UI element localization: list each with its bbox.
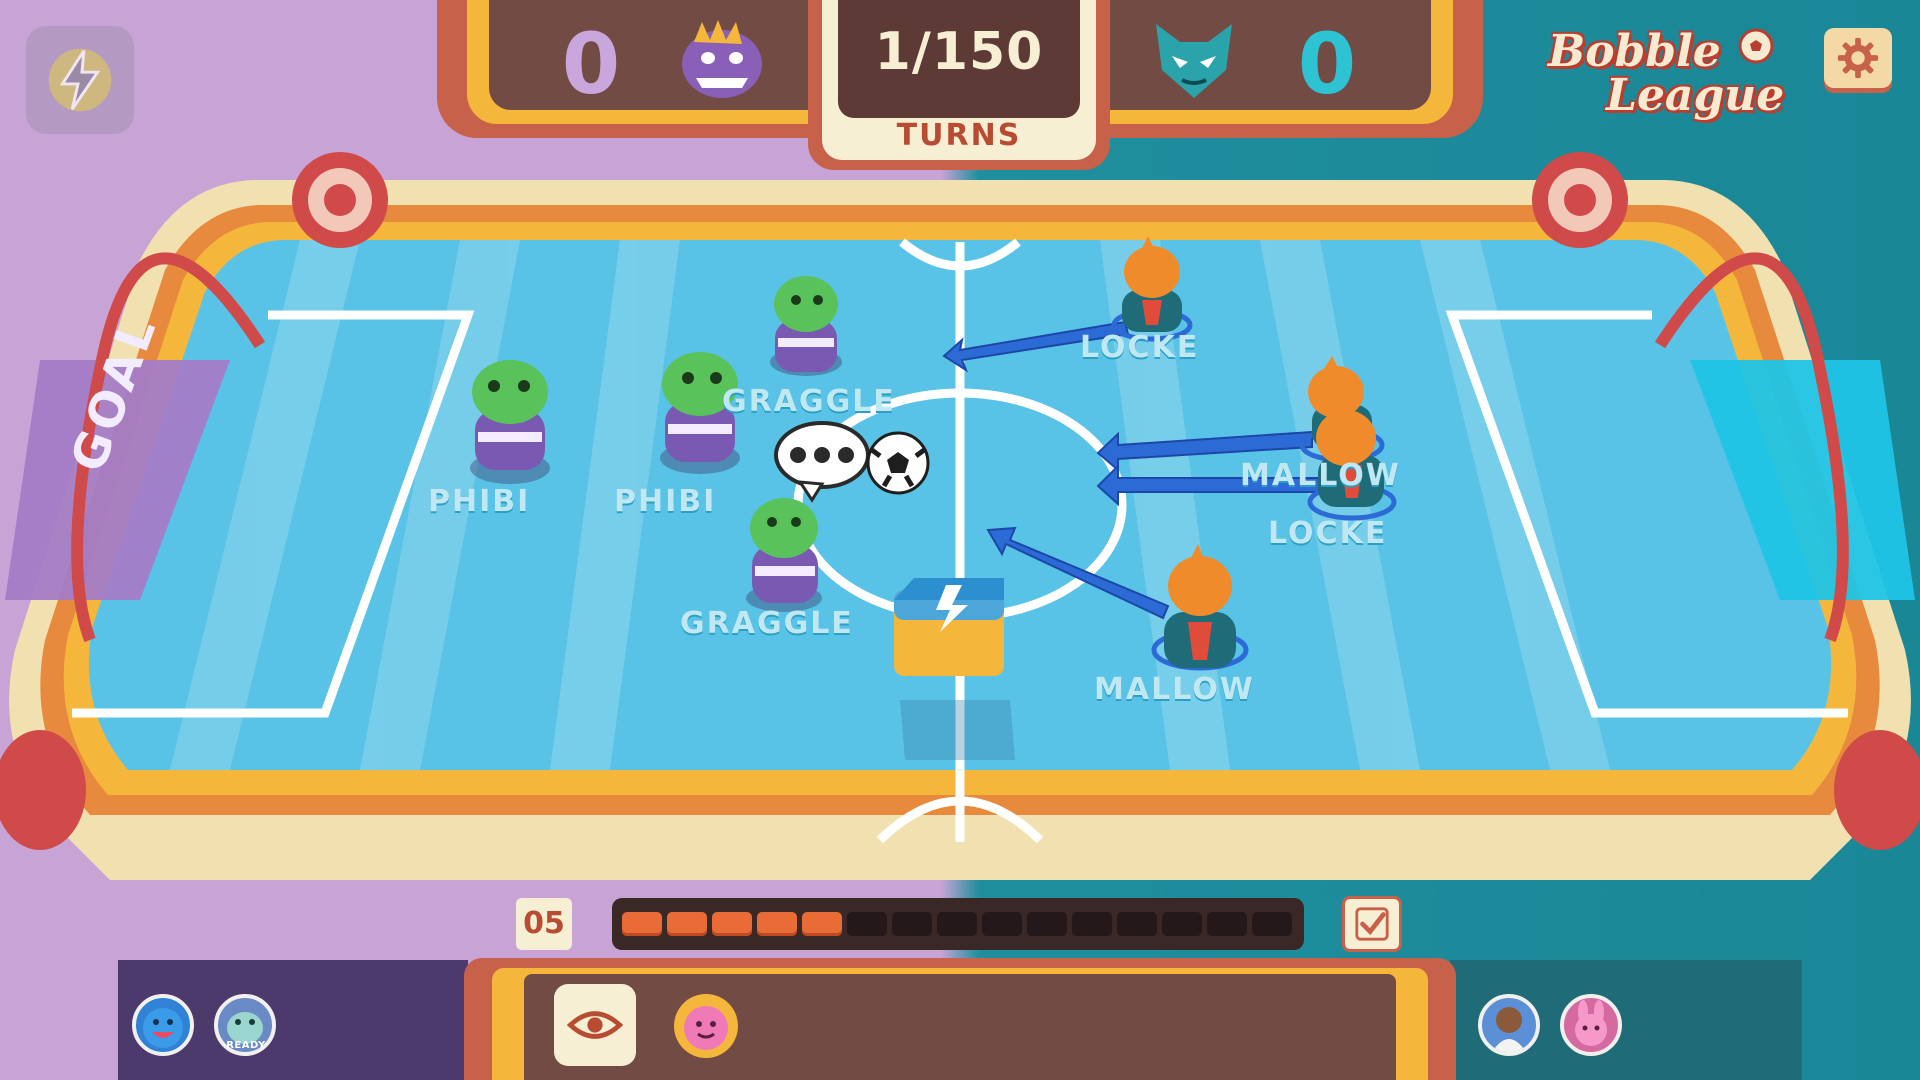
timer-segment (982, 912, 1022, 936)
player-name-label: GRAGGLE (680, 606, 854, 641)
timer-segment (937, 912, 977, 936)
player-name-label: PHIBI (428, 484, 531, 519)
turn-count: 1/150 (874, 22, 1044, 82)
timer-segment (892, 912, 932, 936)
timer-segment (712, 912, 752, 936)
emote-face-icon (674, 994, 738, 1058)
player-name-label: GRAGGLE (722, 384, 896, 419)
timer-segment (757, 912, 797, 936)
player-name-label: PHIBI (614, 484, 717, 519)
player-avatar[interactable] (1478, 994, 1540, 1056)
player-name-label: LOCKE (1268, 516, 1388, 551)
purple-dinosaur-crest-icon (674, 12, 770, 108)
timer-segment (667, 912, 707, 936)
timer-segment (622, 912, 662, 936)
right-team-score: 0 (1297, 15, 1357, 113)
timer-segment (1072, 912, 1112, 936)
timer-segment (1207, 912, 1247, 936)
lightning-icon (48, 48, 112, 112)
player-name-label: LOCKE (1080, 330, 1200, 365)
view-toggle-button[interactable] (554, 984, 636, 1066)
timer-segment (1252, 912, 1292, 936)
emote-button[interactable] (672, 992, 740, 1060)
player-avatar[interactable] (1560, 994, 1622, 1056)
turn-timer-bar (612, 898, 1304, 950)
soccer-ball-icon[interactable] (866, 431, 930, 495)
timer-segment (847, 912, 887, 936)
soccer-ball-icon (1738, 28, 1774, 64)
dino-player[interactable] (470, 360, 550, 484)
ready-badge: READY (226, 1040, 266, 1051)
bobble-league-logo: Bobble League (1540, 26, 1784, 126)
player-name-label: MALLOW (1240, 458, 1401, 493)
teal-cat-crest-icon (1146, 12, 1242, 108)
turn-number: 05 (516, 898, 572, 950)
dino-player[interactable] (746, 498, 822, 612)
left-team-score: 0 (561, 15, 621, 113)
dino-player[interactable] (770, 276, 842, 376)
gear-icon (1837, 37, 1879, 79)
player-name-label: MALLOW (1094, 672, 1255, 707)
timer-segment (802, 912, 842, 936)
logo-line-2: League (1606, 70, 1785, 121)
player-avatar[interactable] (132, 994, 194, 1056)
timer-segment (1162, 912, 1202, 936)
boost-button[interactable] (26, 26, 134, 134)
timer-segment (1117, 912, 1157, 936)
timer-segment (1027, 912, 1067, 936)
turn-label: TURNS (896, 118, 1022, 153)
settings-button[interactable] (1824, 28, 1892, 88)
checkmark-icon (1355, 907, 1389, 941)
eye-icon (566, 1011, 624, 1039)
powerup-box-icon[interactable] (894, 578, 1015, 760)
confirm-turn-button[interactable] (1342, 896, 1402, 952)
